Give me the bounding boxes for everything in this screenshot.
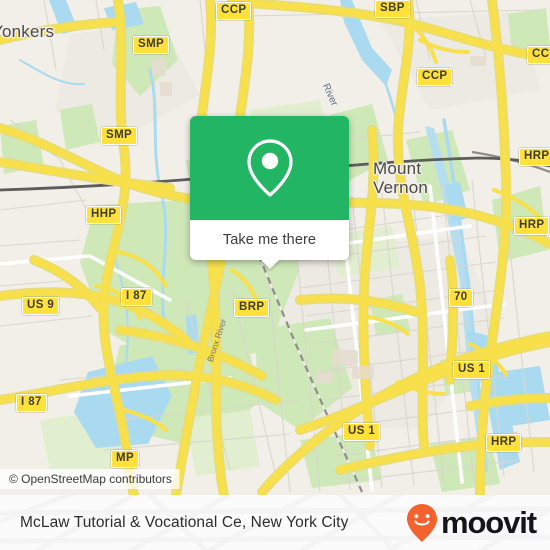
highway-shield-i-87[interactable]: I 87 [16, 394, 47, 412]
highway-shield-smp[interactable]: SMP [133, 36, 170, 54]
highway-shield-hrp[interactable]: HRP [519, 148, 550, 166]
footer-bar: McLaw Tutorial & Vocational Ce, New York… [0, 495, 550, 550]
osm-attribution-text: © OpenStreetMap contributors [9, 472, 172, 486]
osm-attribution[interactable]: © OpenStreetMap contributors [0, 469, 180, 489]
highway-shield-us-1[interactable]: US 1 [453, 361, 491, 379]
highway-shield-brp[interactable]: BRP [234, 299, 270, 317]
moovit-logo[interactable]: moovit [405, 503, 537, 543]
popup-pointer-tail [259, 259, 280, 269]
highway-shield-us-9[interactable]: US 9 [22, 297, 60, 315]
location-popup-card[interactable]: Take me there [190, 116, 349, 269]
highway-shield-ccp[interactable]: CCP [527, 46, 550, 64]
highway-shield-smp[interactable]: SMP [101, 127, 138, 145]
moovit-pin-smiley-icon [406, 503, 437, 542]
highway-shield-us-1[interactable]: US 1 [343, 423, 381, 441]
highway-shield-hhp[interactable]: HHP [86, 206, 122, 224]
take-me-there-label: Take me there [222, 232, 317, 248]
map-screenshot: Yonkers Mount Vernon River Bronx River C… [0, 0, 550, 550]
highway-shield-ccp[interactable]: CCP [417, 68, 453, 86]
map-canvas[interactable]: Yonkers Mount Vernon River Bronx River C… [0, 0, 550, 495]
footer-place-title: McLaw Tutorial & Vocational Ce, New York… [20, 513, 349, 531]
highway-shield-ccp[interactable]: CCP [216, 2, 252, 20]
highway-shield-hrp[interactable]: HRP [486, 434, 522, 452]
highway-shield-mp[interactable]: MP [111, 450, 140, 468]
highway-shield-sbp[interactable]: SBP [375, 0, 410, 18]
moovit-wordmark: moovit [440, 505, 537, 540]
popup-action-bar[interactable]: Take me there [190, 220, 349, 269]
popup-pin-area [190, 116, 349, 220]
highway-shield-hrp[interactable]: HRP [514, 217, 550, 235]
highway-shield-i-87[interactable]: I 87 [121, 288, 152, 306]
highway-shield-70[interactable]: 70 [449, 289, 473, 307]
map-pin-icon [246, 139, 293, 197]
